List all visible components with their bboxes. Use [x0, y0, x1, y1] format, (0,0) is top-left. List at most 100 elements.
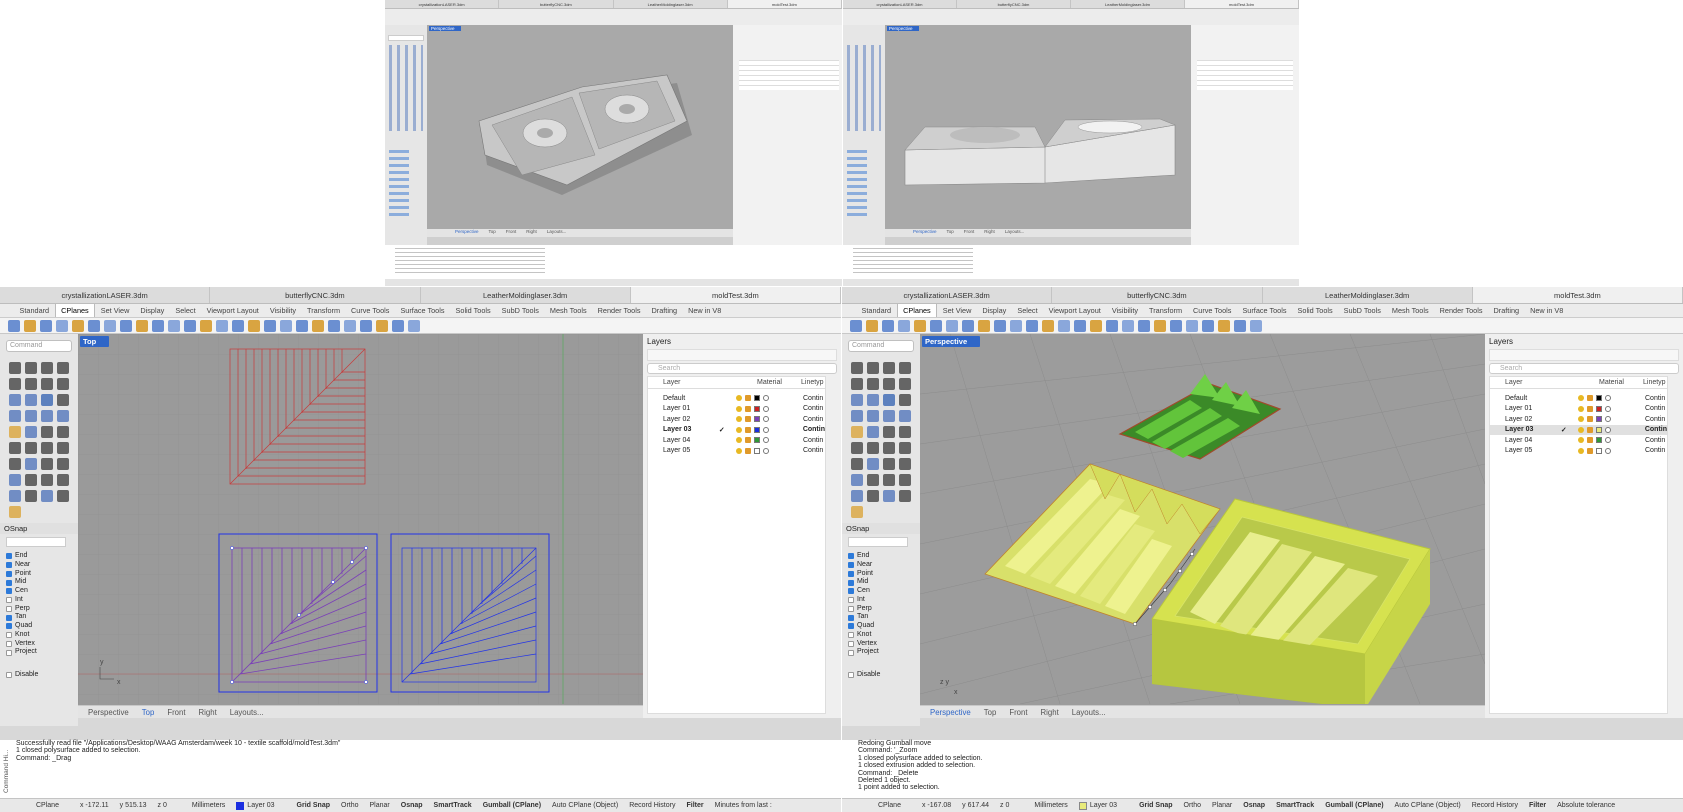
tool-icon[interactable] [9, 442, 21, 454]
tool-tab[interactable]: Standard [856, 304, 897, 317]
cplane-icon[interactable] [866, 319, 878, 332]
lock-icon[interactable] [745, 405, 751, 412]
doc-tab[interactable]: moldTest.3dm [727, 0, 842, 8]
status-grid-snap[interactable]: Grid Snap [297, 802, 330, 809]
tool-icon[interactable] [851, 362, 863, 374]
tab-top[interactable]: Top [489, 229, 496, 237]
cplane-icon[interactable] [1122, 319, 1134, 332]
cplane-icon[interactable] [104, 319, 116, 332]
lock-icon[interactable] [745, 447, 751, 454]
osnap-filter[interactable] [6, 537, 66, 547]
cplane-icon[interactable] [1138, 319, 1150, 332]
cplane-icon[interactable] [168, 319, 180, 332]
osnap-point[interactable]: Point [6, 570, 76, 579]
tool-icon[interactable] [57, 490, 69, 502]
tool-tab[interactable]: CPlanes [896, 304, 938, 317]
osnap-vertex[interactable]: Vertex [848, 640, 918, 649]
tool-icon[interactable] [57, 362, 69, 374]
tool-icon[interactable] [25, 426, 37, 438]
cplane-icon[interactable] [1090, 319, 1102, 332]
osnap-mid[interactable]: Mid [6, 578, 76, 587]
visibility-bulb-icon[interactable] [1578, 447, 1584, 454]
layers-toolbar[interactable] [1489, 349, 1679, 361]
tool-icon[interactable] [867, 362, 879, 374]
status-grid-snap[interactable]: Grid Snap [1139, 802, 1172, 809]
layer-color-swatch[interactable] [1596, 437, 1602, 444]
visibility-bulb-icon[interactable] [1578, 437, 1584, 444]
tool-icon[interactable] [9, 426, 21, 438]
tab-front[interactable]: Front [167, 708, 185, 717]
layer-row[interactable]: Layer 04 Contin [648, 435, 825, 446]
checkbox-icon[interactable] [848, 640, 854, 647]
tool-icon[interactable] [41, 490, 53, 502]
visibility-bulb-icon[interactable] [1577, 426, 1584, 433]
cplane-icon[interactable] [408, 319, 420, 332]
cplane-icon[interactable] [8, 319, 20, 332]
tool-icon[interactable] [851, 426, 863, 438]
doc-tab[interactable]: LeatherMoldinglaser.3dm [614, 0, 728, 8]
cplane-icon[interactable] [1202, 319, 1214, 332]
lock-icon[interactable] [1586, 426, 1593, 433]
tool-icon[interactable] [41, 394, 53, 406]
osnap-near[interactable]: Near [848, 561, 918, 570]
checkbox-icon[interactable] [6, 614, 12, 621]
layer-row[interactable]: Default Contin [648, 393, 825, 404]
layer-linetype[interactable]: Contin [803, 395, 823, 402]
tool-tab[interactable]: Visibility [264, 304, 301, 317]
status-planar[interactable]: Planar [1212, 802, 1232, 809]
checkbox-icon[interactable] [6, 553, 12, 560]
tool-tab[interactable]: SubD Tools [1338, 304, 1386, 317]
tool-tab[interactable]: New in V8 [683, 304, 727, 317]
doc-tab[interactable]: butterflyCNC.3dm [499, 0, 614, 8]
layer-linetype[interactable]: Contin [1645, 405, 1665, 412]
visibility-bulb-icon[interactable] [735, 426, 742, 433]
cplane-icon[interactable] [1026, 319, 1038, 332]
layer-row[interactable]: Layer 01 Contin [648, 404, 825, 415]
cplane-icon[interactable] [978, 319, 990, 332]
material-icon[interactable] [1605, 405, 1611, 412]
tool-icon[interactable] [883, 458, 895, 470]
layer-linetype[interactable]: Contin [803, 416, 823, 423]
tool-icon[interactable] [9, 474, 21, 486]
tab-layouts[interactable]: Layouts... [230, 708, 264, 717]
layers-search[interactable]: Search [647, 363, 837, 374]
layer-linetype[interactable]: Contin [1645, 447, 1665, 454]
visibility-bulb-icon[interactable] [736, 416, 742, 423]
tool-icon[interactable] [883, 474, 895, 486]
tool-icon[interactable] [867, 474, 879, 486]
cplane-icon[interactable] [962, 319, 974, 332]
cplane-icon[interactable] [344, 319, 356, 332]
tool-icon[interactable] [25, 410, 37, 422]
cplane-icon[interactable] [88, 319, 100, 332]
tool-tab[interactable]: CPlanes [54, 304, 96, 317]
tool-tab[interactable]: Select [170, 304, 201, 317]
tool-icon[interactable] [867, 490, 879, 502]
tab-front[interactable]: Front [1009, 708, 1027, 717]
osnap-end[interactable]: End [848, 552, 918, 561]
osnap-project[interactable]: Project [6, 648, 76, 657]
cplane-icon[interactable] [72, 319, 84, 332]
doc-tab-butterfly[interactable]: butterflyCNC.3dm [210, 287, 421, 303]
tool-icon[interactable] [41, 474, 53, 486]
cplane-icon[interactable] [360, 319, 372, 332]
visibility-bulb-icon[interactable] [736, 447, 742, 454]
lock-icon[interactable] [745, 395, 751, 402]
material-icon[interactable] [1605, 395, 1611, 402]
cplane-icon[interactable] [328, 319, 340, 332]
tool-icon[interactable] [9, 490, 21, 502]
checkbox-icon[interactable] [6, 597, 12, 604]
cplane-icon[interactable] [850, 319, 862, 332]
tab-perspective[interactable]: Perspective [88, 708, 129, 717]
cplane-icon[interactable] [898, 319, 910, 332]
tool-icon[interactable] [867, 458, 879, 470]
cplane-icon[interactable] [184, 319, 196, 332]
lock-icon[interactable] [744, 426, 751, 433]
current-check-icon[interactable]: ✓ [1561, 426, 1575, 434]
tool-tab[interactable]: Set View [937, 304, 977, 317]
cplane-icon[interactable] [946, 319, 958, 332]
tool-icon[interactable] [41, 410, 53, 422]
tool-icon[interactable] [57, 442, 69, 454]
cplane-icon[interactable] [1234, 319, 1246, 332]
top-left-viewport[interactable]: Perspective Perspective Top Front Right … [427, 25, 733, 237]
viewport-title[interactable]: Top [80, 336, 110, 347]
